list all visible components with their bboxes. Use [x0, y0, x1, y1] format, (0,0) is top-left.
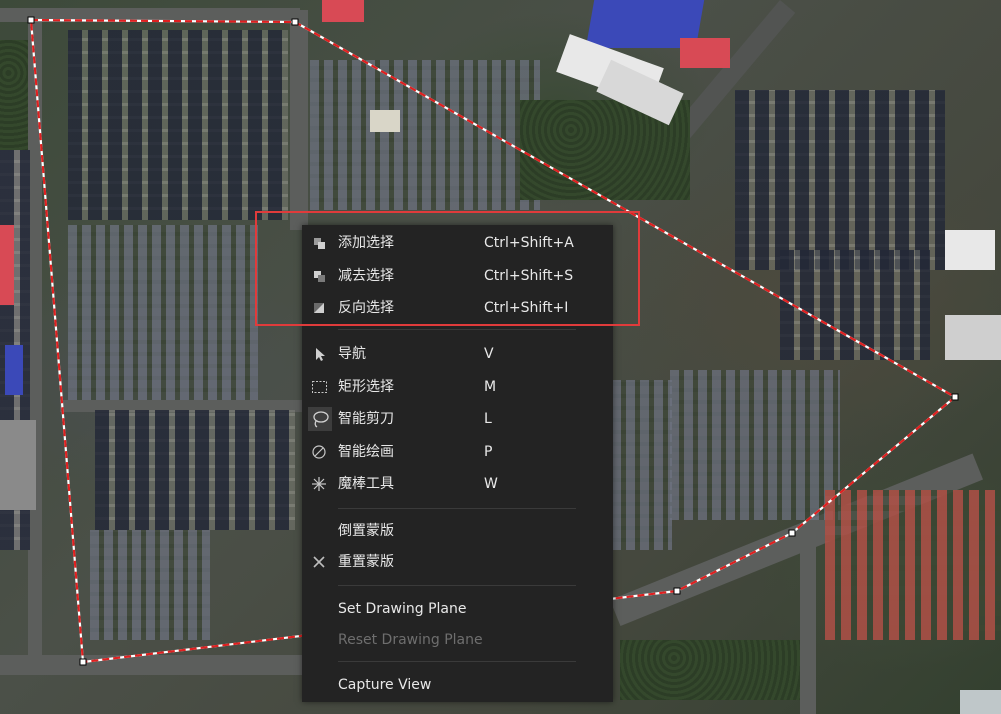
menu-item-invert-mask[interactable]: 倒置蒙版	[302, 516, 613, 546]
magic-wand-icon	[310, 475, 328, 493]
close-icon	[310, 553, 328, 571]
menu-item-add-selection[interactable]: 添加选择 Ctrl+Shift+A	[302, 228, 613, 258]
menu-item-label: Reset Drawing Plane	[338, 632, 483, 648]
menu-item-label: 反向选择	[338, 300, 394, 316]
add-selection-icon	[310, 234, 328, 252]
menu-item-shortcut: M	[484, 379, 497, 395]
polygon-vertex-handle[interactable]	[788, 529, 796, 537]
menu-item-label: 减去选择	[338, 268, 394, 284]
menu-item-rectangle-select[interactable]: 矩形选择 M	[302, 372, 613, 402]
menu-item-invert-selection[interactable]: 反向选择 Ctrl+Shift+I	[302, 293, 613, 323]
menu-separator	[338, 329, 576, 330]
menu-item-reset-mask[interactable]: 重置蒙版	[302, 547, 613, 577]
menu-item-shortcut: Ctrl+Shift+S	[484, 268, 574, 284]
subtract-selection-icon	[310, 267, 328, 285]
menu-item-label: 倒置蒙版	[338, 523, 394, 539]
menu-item-shortcut: P	[484, 444, 493, 460]
menu-item-label: 导航	[338, 346, 366, 362]
menu-item-shortcut: Ctrl+Shift+I	[484, 300, 569, 316]
menu-separator	[338, 661, 576, 662]
polygon-vertex-handle[interactable]	[27, 16, 35, 24]
polygon-vertex-handle[interactable]	[951, 393, 959, 401]
menu-item-label: 智能剪刀	[338, 411, 394, 427]
menu-separator	[338, 508, 576, 509]
menu-item-capture-view[interactable]: Capture View	[302, 670, 613, 700]
menu-item-label: 矩形选择	[338, 379, 394, 395]
menu-item-reset-drawing-plane: Reset Drawing Plane	[302, 625, 613, 655]
menu-item-shortcut: V	[484, 346, 494, 362]
menu-item-label: 智能绘画	[338, 444, 394, 460]
context-menu: 添加选择 Ctrl+Shift+A 减去选择 Ctrl+Shift+S 反向选择…	[302, 225, 613, 702]
menu-item-label: Set Drawing Plane	[338, 601, 467, 617]
menu-item-magic-wand[interactable]: 魔棒工具 W	[302, 469, 613, 499]
navigate-pointer-icon	[310, 345, 328, 363]
menu-item-set-drawing-plane[interactable]: Set Drawing Plane	[302, 594, 613, 624]
menu-item-smart-paint[interactable]: 智能绘画 P	[302, 437, 613, 467]
menu-item-smart-scissors[interactable]: 智能剪刀 L	[302, 404, 613, 434]
polygon-vertex-handle[interactable]	[79, 658, 87, 666]
menu-item-shortcut: W	[484, 476, 498, 492]
menu-item-shortcut: L	[484, 411, 492, 427]
menu-item-label: 魔棒工具	[338, 476, 394, 492]
menu-item-shortcut: Ctrl+Shift+A	[484, 235, 574, 251]
invert-selection-icon	[310, 299, 328, 317]
menu-item-navigate[interactable]: 导航 V	[302, 339, 613, 369]
smart-paint-icon	[310, 443, 328, 461]
lasso-icon	[308, 407, 332, 431]
menu-item-subtract-selection[interactable]: 减去选择 Ctrl+Shift+S	[302, 261, 613, 291]
menu-item-label: Capture View	[338, 677, 432, 693]
menu-separator	[338, 585, 576, 586]
polygon-vertex-handle[interactable]	[291, 18, 299, 26]
menu-item-label: 添加选择	[338, 235, 394, 251]
rectangle-select-icon	[310, 378, 328, 396]
menu-item-label: 重置蒙版	[338, 554, 394, 570]
polygon-vertex-handle[interactable]	[673, 587, 681, 595]
